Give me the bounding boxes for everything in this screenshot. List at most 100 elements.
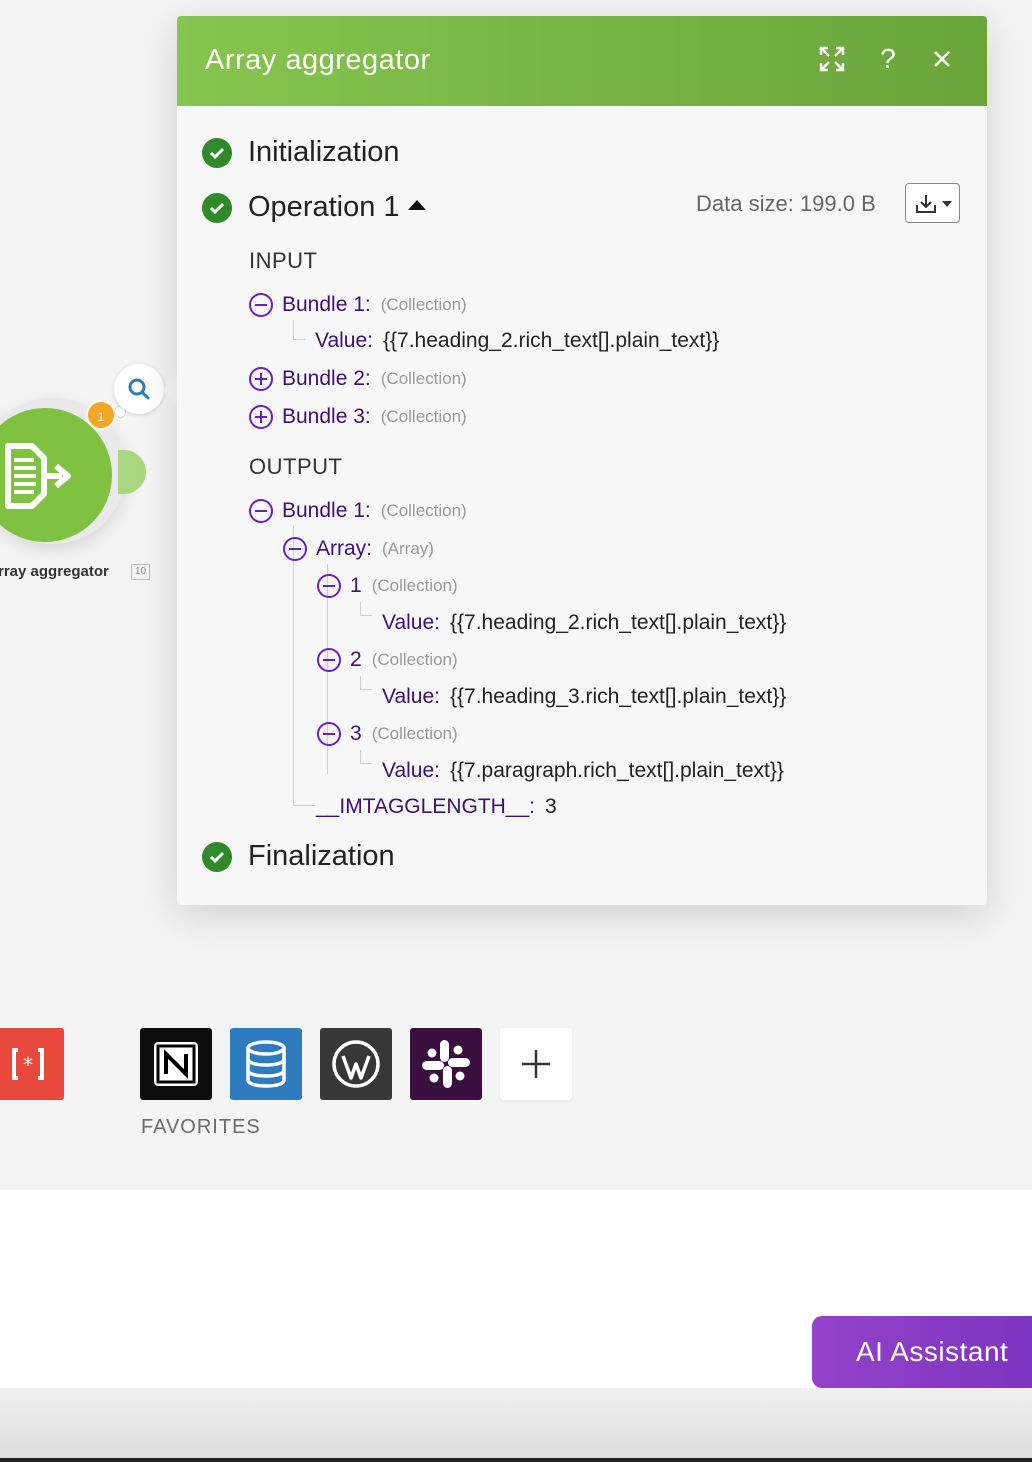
ai-assistant-label: AI Assistant <box>856 1336 1009 1367</box>
execution-inspector-popup: Array aggregator ? Initialization Operat… <box>177 16 987 905</box>
wordpress-icon <box>332 1040 380 1088</box>
tree-key: Bundle 3: <box>282 405 371 428</box>
tree-type: (Collection) <box>380 295 467 314</box>
tree-connector <box>360 750 372 764</box>
tree-key: Bundle 2: <box>282 367 371 390</box>
step-operation-1[interactable]: Operation 1 <box>202 191 426 224</box>
tree-row-value: Value: {{7.paragraph.rich_text[].plain_t… <box>382 759 784 783</box>
close-icon <box>934 51 950 67</box>
success-check-icon <box>202 192 232 223</box>
favorite-data-store[interactable] <box>230 1028 302 1100</box>
success-check-icon <box>202 137 232 168</box>
tree-type: (Collection) <box>371 724 458 743</box>
success-check-icon <box>202 841 232 872</box>
data-store-icon <box>246 1040 286 1088</box>
tree-key: Value: <box>382 685 440 708</box>
download-dropdown-button[interactable] <box>905 183 960 223</box>
tree-type: (Collection) <box>380 407 467 426</box>
step-label: Finalization <box>248 840 395 872</box>
collapse-icon[interactable] <box>283 537 307 561</box>
tree-value: {{7.heading_2.rich_text[].plain_text}} <box>450 611 787 634</box>
inspect-bubble[interactable] <box>114 364 164 414</box>
module-id-badge: 10 <box>131 564 151 580</box>
tree-value: {{7.paragraph.rich_text[].plain_text}} <box>450 759 784 782</box>
step-label: Initialization <box>248 136 400 168</box>
svg-text:*: * <box>22 1053 34 1077</box>
tree-connector <box>360 602 372 616</box>
tree-key: Bundle 1: <box>282 499 371 522</box>
tree-key: Value: <box>382 611 440 634</box>
tree-connector <box>293 786 315 806</box>
step-label: Operation 1 <box>248 191 400 223</box>
tree-key: Value: <box>315 329 373 352</box>
favorite-tools[interactable]: * <box>0 1028 64 1100</box>
output-section-label: OUTPUT <box>249 454 343 479</box>
tools-icon: * <box>12 1048 44 1080</box>
search-icon <box>128 378 150 400</box>
window-edge <box>0 1458 1032 1462</box>
popup-header: Array aggregator ? <box>177 16 987 106</box>
popup-title: Array aggregator <box>205 44 431 76</box>
toolbar-strip <box>0 1388 1032 1462</box>
tree-row-aggregate-length: __IMTAGGLENGTH__: 3 <box>316 795 557 819</box>
collapse-icon[interactable] <box>249 499 273 523</box>
collapse-icon[interactable] <box>317 648 341 672</box>
tree-value: {{7.heading_2.rich_text[].plain_text}} <box>383 329 720 352</box>
tree-type: (Collection) <box>380 501 467 520</box>
slack-icon <box>422 1040 470 1088</box>
collapse-icon[interactable] <box>249 293 273 317</box>
download-icon <box>916 195 936 213</box>
favorite-slack[interactable] <box>410 1028 482 1100</box>
tree-row-input-bundle-2[interactable]: Bundle 2: (Collection) <box>249 367 467 391</box>
tree-key: Bundle 1: <box>282 293 371 316</box>
favorite-wordpress[interactable] <box>320 1028 392 1100</box>
tree-row-input-bundle-3[interactable]: Bundle 3: (Collection) <box>249 405 467 429</box>
tree-connector <box>293 526 294 806</box>
tree-value: 3 <box>545 795 557 818</box>
tree-row-array-item-3[interactable]: 3 (Collection) <box>317 722 458 746</box>
tree-row-output-bundle-1[interactable]: Bundle 1: (Collection) <box>249 499 467 523</box>
tree-type: (Array) <box>382 539 434 558</box>
add-favorite-button[interactable] <box>500 1028 572 1100</box>
expand-plus-icon[interactable] <box>249 405 273 429</box>
tree-key: 3 <box>350 722 362 745</box>
collapse-icon[interactable] <box>317 574 341 598</box>
close-button[interactable] <box>927 44 957 74</box>
tree-row-array-item-2[interactable]: 2 (Collection) <box>317 648 458 672</box>
favorite-notion[interactable] <box>140 1028 212 1100</box>
tree-connector <box>360 676 372 690</box>
module-label: rray aggregator <box>0 563 109 580</box>
tree-key: Array: <box>316 537 373 560</box>
step-initialization[interactable]: Initialization <box>202 136 400 169</box>
collapse-icon[interactable] <box>317 722 341 746</box>
expand-icon <box>819 46 845 72</box>
tree-type: (Collection) <box>371 576 458 595</box>
tree-row-value: Value: {{7.heading_2.rich_text[].plain_t… <box>382 611 786 635</box>
tree-value: {{7.heading_3.rich_text[].plain_text}} <box>450 685 787 708</box>
step-finalization[interactable]: Finalization <box>202 840 395 873</box>
tree-key: 1 <box>350 574 362 597</box>
add-icon <box>522 1050 550 1078</box>
tree-row-array-item-1[interactable]: 1 (Collection) <box>317 574 458 598</box>
tree-connector <box>293 320 305 340</box>
tree-key: Value: <box>382 759 440 782</box>
help-button[interactable]: ? <box>873 44 903 74</box>
tree-key: __IMTAGGLENGTH__: <box>316 795 536 818</box>
operations-count-badge[interactable]: 1 <box>86 400 116 430</box>
tree-type: (Collection) <box>380 369 467 388</box>
input-section-label: INPUT <box>249 248 318 273</box>
caret-up-icon[interactable] <box>407 199 426 210</box>
notion-icon <box>154 1042 198 1086</box>
tree-key: 2 <box>350 648 362 671</box>
array-aggregator-icon <box>5 443 71 509</box>
expand-plus-icon[interactable] <box>249 367 273 391</box>
chevron-down-icon <box>942 201 952 207</box>
expand-button[interactable] <box>817 44 847 74</box>
tree-row-value: Value: {{7.heading_2.rich_text[].plain_t… <box>315 329 719 353</box>
tree-type: (Collection) <box>371 650 458 669</box>
ai-assistant-button[interactable]: AI Assistant <box>812 1316 1032 1388</box>
favorites-label: FAVORITES <box>141 1116 261 1138</box>
tree-row-value: Value: {{7.heading_3.rich_text[].plain_t… <box>382 685 786 709</box>
tree-row-input-bundle-1[interactable]: Bundle 1: (Collection) <box>249 293 467 317</box>
tree-row-array[interactable]: Array: (Array) <box>283 537 434 561</box>
